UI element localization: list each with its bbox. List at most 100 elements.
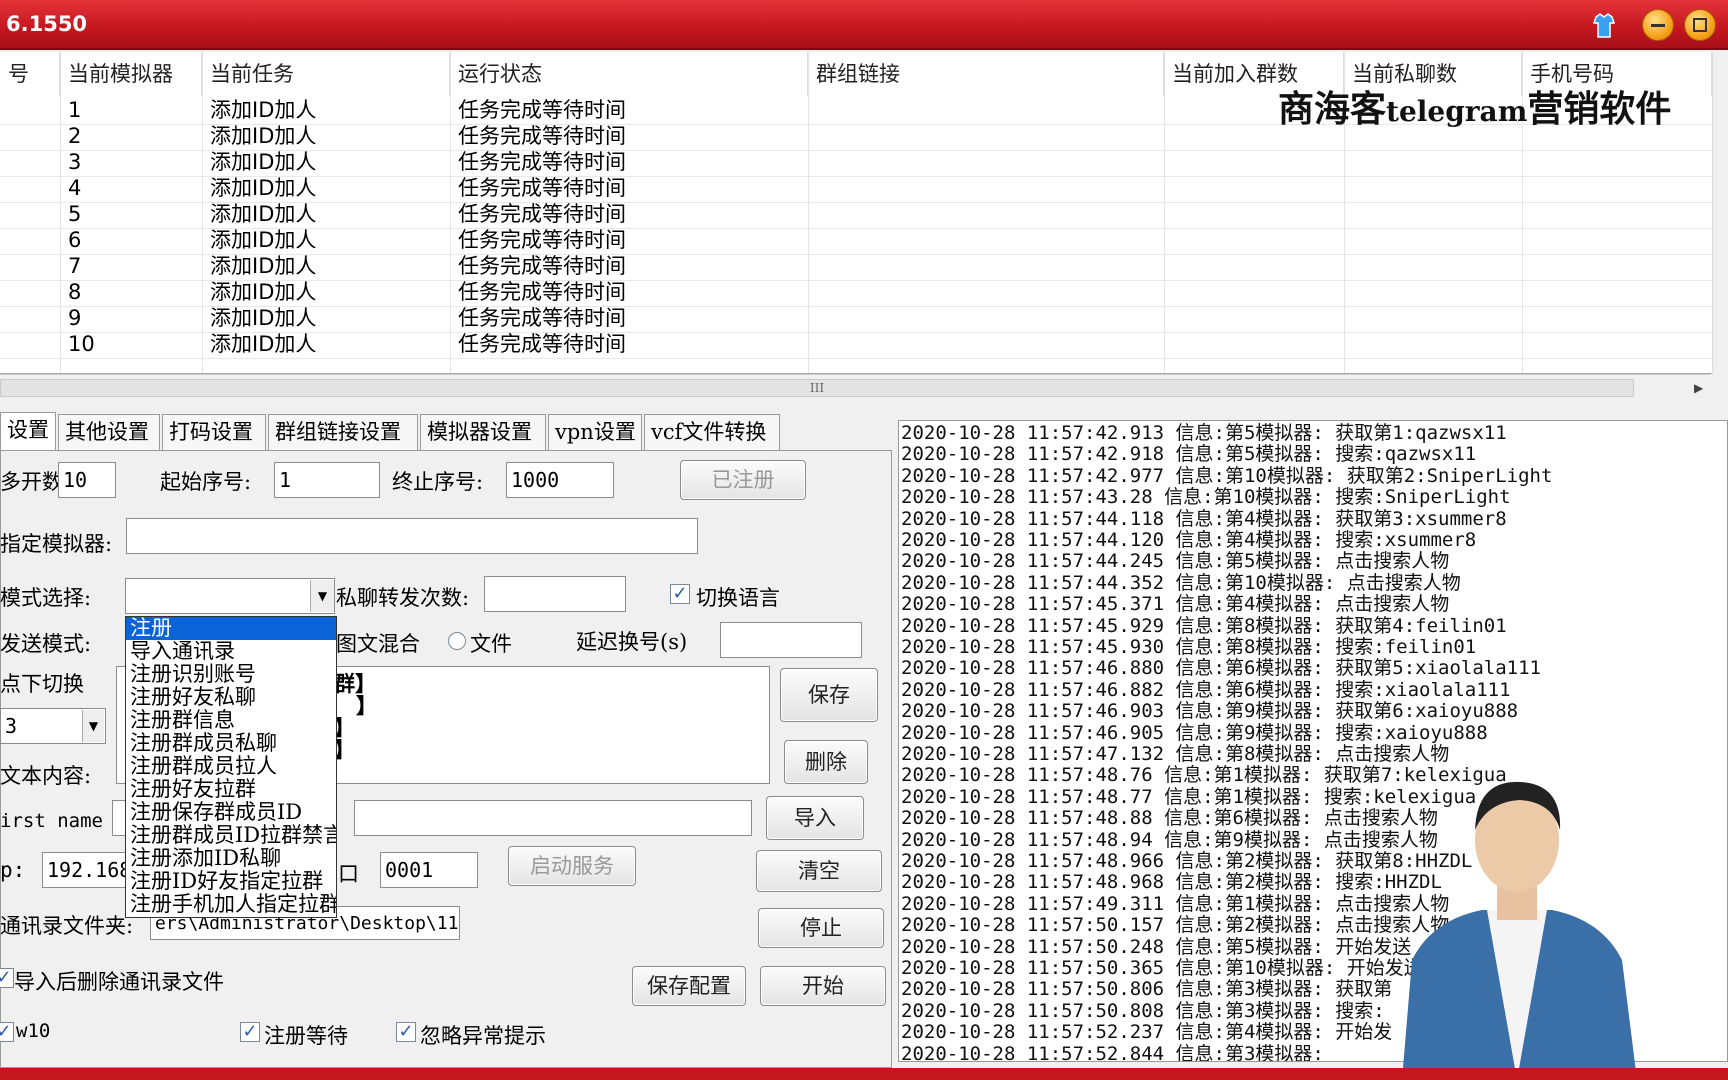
simulator-cell: 2: [68, 124, 82, 148]
log-line: 2020-10-28 11:57:50.248 信息:第5模拟器: 开始发送: [901, 935, 1412, 958]
last-name-input[interactable]: [354, 800, 752, 836]
delete-after-import-checkbox[interactable]: ✓: [0, 968, 14, 988]
mode-select[interactable]: [125, 578, 335, 614]
tab-vcf-convert[interactable]: vcf文件转换: [644, 414, 780, 450]
dropdown-option[interactable]: 注册保存群成员ID: [126, 801, 336, 824]
simulator-cell: 1: [68, 98, 82, 122]
table-row[interactable]: 7 添加ID加人 任务完成等待时间: [0, 252, 1712, 281]
task-cell: 添加ID加人: [210, 332, 317, 356]
dropdown-option[interactable]: 注册好友拉群: [126, 778, 336, 801]
switch-language-checkbox[interactable]: ✓: [670, 584, 690, 604]
simulator-cell: 9: [68, 306, 82, 330]
column-header-group-link[interactable]: 群组链接: [808, 52, 1164, 96]
register-wait-checkbox[interactable]: ✓: [240, 1022, 260, 1042]
pm-forward-input[interactable]: [484, 576, 626, 612]
tab-other-settings[interactable]: 其他设置: [58, 414, 160, 450]
simulator-cell: 6: [68, 228, 82, 252]
simulator-cell: 10: [68, 332, 95, 356]
dropdown-option[interactable]: 注册群成员私聊: [126, 732, 336, 755]
dropdown-option[interactable]: 注册群信息: [126, 709, 336, 732]
port-input[interactable]: 0001: [380, 852, 478, 888]
table-row[interactable]: 9 添加ID加人 任务完成等待时间: [0, 304, 1712, 333]
tab-captcha-settings[interactable]: 打码设置: [162, 414, 266, 450]
ip-input[interactable]: 192.168: [42, 852, 126, 888]
scroll-thumb[interactable]: III: [0, 379, 1634, 397]
task-cell: 添加ID加人: [210, 124, 317, 148]
log-line: 2020-10-28 11:57:46.880 信息:第6模拟器: 获取第5:x…: [901, 657, 1541, 680]
task-cell: 添加ID加人: [210, 150, 317, 174]
column-header-index[interactable]: 号: [0, 52, 60, 96]
chevron-down-icon[interactable]: ▼: [310, 580, 334, 612]
delete-button[interactable]: 删除: [784, 740, 868, 784]
log-line: 2020-10-28 11:57:48.77 信息:第1模拟器: 搜索:kele…: [901, 785, 1477, 808]
status-cell: 任务完成等待时间: [458, 254, 626, 278]
column-header-task[interactable]: 当前任务: [202, 52, 450, 96]
open-count-input[interactable]: 10: [58, 462, 116, 498]
log-line: 2020-10-28 11:57:48.94 信息:第9模拟器: 点击搜索人物: [901, 828, 1438, 851]
column-header-status[interactable]: 运行状态: [450, 52, 808, 96]
tab-settings[interactable]: 设置: [0, 412, 56, 452]
scroll-right-icon[interactable]: ▶: [1694, 381, 1703, 395]
log-line: 2020-10-28 11:57:50.157 信息:第2模拟器: 点击搜索人物: [901, 914, 1450, 937]
dropdown-option[interactable]: 注册添加ID私聊: [126, 847, 336, 870]
dropdown-option[interactable]: 注册: [126, 617, 336, 640]
simulator-input[interactable]: [126, 518, 698, 554]
log-line: 2020-10-28 11:57:48.88 信息:第6模拟器: 点击搜索人物: [901, 807, 1438, 830]
save-button[interactable]: 保存: [780, 668, 878, 722]
registered-button[interactable]: 已注册: [680, 460, 806, 500]
dropdown-option[interactable]: 导入通讯录: [126, 640, 336, 663]
status-cell: 任务完成等待时间: [458, 176, 626, 200]
switch-language-label: 切换语言: [696, 586, 780, 610]
dropdown-option[interactable]: 注册群成员拉人: [126, 755, 336, 778]
table-vertical-scrollbar[interactable]: [1712, 52, 1728, 374]
end-index-input[interactable]: 1000: [506, 462, 614, 498]
table-row[interactable]: 4 添加ID加人 任务完成等待时间: [0, 174, 1712, 203]
status-cell: 任务完成等待时间: [458, 150, 626, 174]
chevron-down-icon[interactable]: ▼: [82, 710, 104, 742]
start-index-label: 起始序号:: [160, 470, 252, 494]
brand-watermark: 商海客telegram营销软件: [1278, 88, 1672, 130]
ignore-error-checkbox[interactable]: ✓: [396, 1022, 416, 1042]
dropdown-option[interactable]: 注册ID好友指定拉群: [126, 870, 336, 893]
log-line: 2020-10-28 11:57:46.905 信息:第9模拟器: 搜索:xai…: [901, 721, 1488, 744]
log-line: 2020-10-28 11:57:48.968 信息:第2模拟器: 搜索:HHZ…: [901, 871, 1442, 894]
minimize-button[interactable]: [1642, 9, 1674, 41]
delay-input[interactable]: [720, 622, 862, 658]
table-row[interactable]: 6 添加ID加人 任务完成等待时间: [0, 226, 1712, 255]
tab-simulator-settings[interactable]: 模拟器设置: [420, 414, 546, 450]
maximize-button[interactable]: [1684, 9, 1716, 41]
table-row[interactable]: 8 添加ID加人 任务完成等待时间: [0, 278, 1712, 307]
table-row[interactable]: 5 添加ID加人 任务完成等待时间: [0, 200, 1712, 229]
log-line: 2020-10-28 11:57:45.371 信息:第4模拟器: 点击搜索人物: [901, 593, 1450, 616]
log-line: 2020-10-28 11:57:48.966 信息:第2模拟器: 获取第8:H…: [901, 850, 1473, 872]
simulator-cell: 3: [68, 150, 82, 174]
table-horizontal-scrollbar[interactable]: III ▶: [0, 374, 1710, 400]
table-row[interactable]: 10 添加ID加人 任务完成等待时间: [0, 330, 1712, 359]
w10-checkbox[interactable]: ✓: [0, 1022, 14, 1042]
task-cell: 添加ID加人: [210, 228, 317, 252]
skin-icon[interactable]: [1588, 9, 1620, 41]
log-line: 2020-10-28 11:57:42.977 信息:第10模拟器: 获取第2:…: [901, 464, 1553, 487]
dropdown-option[interactable]: 注册好友私聊: [126, 686, 336, 709]
column-header-simulator[interactable]: 当前模拟器: [60, 52, 202, 96]
table-row[interactable]: 3 添加ID加人 任务完成等待时间: [0, 148, 1712, 177]
task-cell: 添加ID加人: [210, 254, 317, 278]
stop-button[interactable]: 停止: [758, 908, 884, 948]
import-button[interactable]: 导入: [766, 796, 864, 840]
start-button[interactable]: 开始: [760, 966, 886, 1006]
task-cell: 添加ID加人: [210, 306, 317, 330]
start-index-input[interactable]: 1: [274, 462, 380, 498]
clear-button[interactable]: 清空: [756, 850, 882, 892]
dropdown-option[interactable]: 注册识别账号: [126, 663, 336, 686]
simulator-cell: 4: [68, 176, 82, 200]
start-service-button[interactable]: 启动服务: [508, 846, 636, 886]
tab-group-link-settings[interactable]: 群组链接设置: [268, 414, 418, 450]
save-config-button[interactable]: 保存配置: [632, 966, 746, 1006]
bottom-border: [0, 1068, 1728, 1080]
dropdown-option[interactable]: 注册群成员ID拉群禁言: [126, 824, 336, 847]
tab-vpn-settings[interactable]: vpn设置: [548, 414, 642, 450]
file-radio[interactable]: [448, 632, 466, 650]
dropdown-option[interactable]: 注册手机加人指定拉群: [126, 893, 336, 916]
log-line: 2020-10-28 11:57:50.806 信息:第3模拟器: 获取第: [901, 978, 1393, 1001]
task-cell: 添加ID加人: [210, 98, 317, 122]
